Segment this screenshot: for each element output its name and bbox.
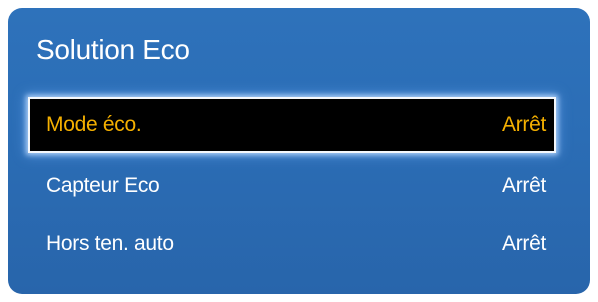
menu-item-value: Arrêt [501, 174, 546, 197]
menu-item-mode-eco[interactable]: Mode éco. Arrêt [28, 97, 556, 153]
panel-title: Solution Eco [36, 34, 190, 65]
menu-item-hors-ten-auto[interactable]: Hors ten. auto Arrêt [28, 216, 556, 272]
menu-item-label: Capteur Eco [46, 174, 160, 197]
eco-solution-panel: Solution Eco Mode éco. Arrêt Capteur Eco… [8, 8, 590, 294]
menu-item-value: Arrêt [501, 232, 546, 255]
menu-item-value: Arrêt [501, 113, 546, 136]
menu-item-capteur-eco[interactable]: Capteur Eco Arrêt [28, 158, 556, 214]
menu-item-label: Mode éco. [46, 113, 142, 136]
menu-item-label: Hors ten. auto [46, 232, 174, 255]
